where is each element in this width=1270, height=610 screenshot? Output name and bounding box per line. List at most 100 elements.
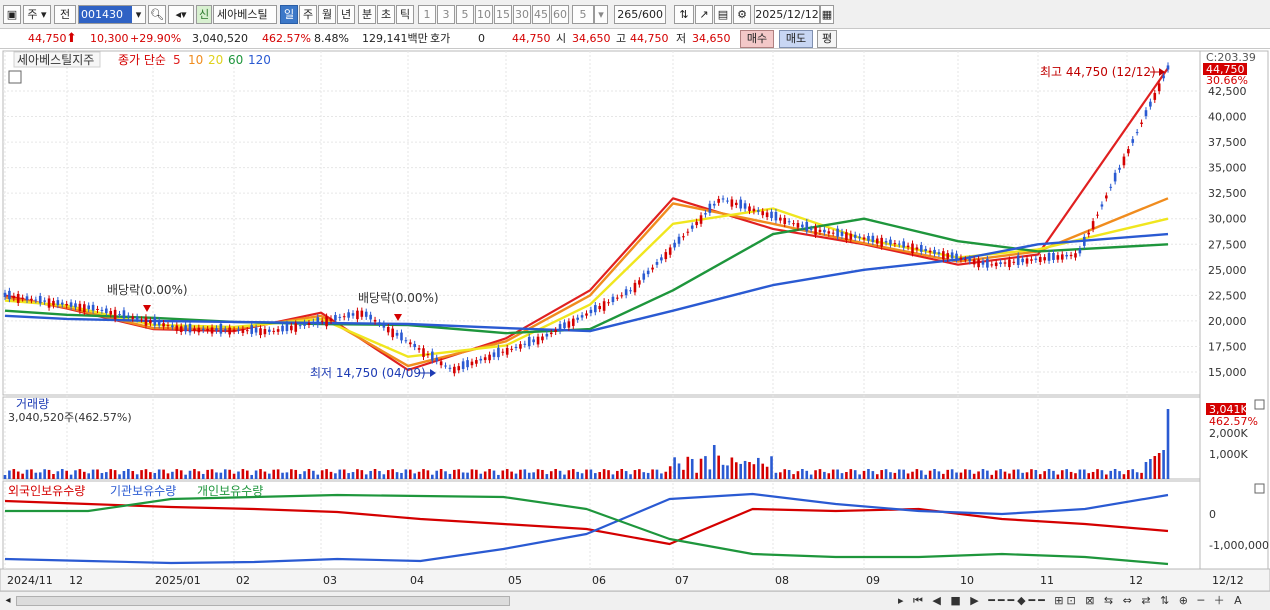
avg-button[interactable]: 평: [817, 30, 837, 48]
code-dropdown-icon[interactable]: ▾: [132, 5, 146, 24]
volume-bar: [74, 470, 77, 479]
volume-bar: [1166, 409, 1170, 479]
volume-bar: [479, 473, 483, 479]
indicator-icon[interactable]: ⇅: [674, 5, 694, 24]
window-menu-icon[interactable]: ▣: [3, 5, 21, 24]
candle-body: [642, 273, 646, 280]
volume-bar: [809, 474, 813, 479]
volume-bar: [840, 473, 844, 479]
price-chart[interactable]: 42,50040,00037,50035,00032,50030,00027,5…: [0, 49, 1270, 592]
interval-value-input[interactable]: 5: [572, 5, 594, 24]
candle-body: [1091, 221, 1095, 230]
calendar-icon[interactable]: ▦: [820, 5, 834, 24]
scroll-left-icon[interactable]: ◂: [2, 594, 14, 608]
search-icon[interactable]: 🔍︎: [148, 5, 166, 24]
navigation-controls[interactable]: ▸ ⏮ ◀ ■ ▶ ━━━◆━━ ⊞⊡ ⊠ ⇆ ⇔ ⇄ ⇅ ⊕ ─ ＋ A: [898, 593, 1270, 609]
candle-body: [743, 203, 747, 209]
settings-icon[interactable]: ⚙: [733, 5, 751, 24]
speaker-icon[interactable]: ◂▾: [168, 5, 194, 24]
candle-body: [259, 328, 262, 336]
volume-bar: [695, 472, 698, 479]
candle-body: [285, 323, 289, 332]
interval-1[interactable]: 1: [418, 5, 436, 24]
volume-bar: [915, 469, 919, 479]
interval-15[interactable]: 15: [494, 5, 512, 24]
volume-bar: [765, 466, 769, 479]
candle-body: [823, 229, 826, 233]
candle-body: [60, 302, 64, 305]
volume-bar: [356, 469, 359, 479]
candle-body: [87, 305, 91, 310]
low-label: 저: [676, 32, 687, 45]
volume-bar: [131, 471, 135, 479]
table-toggle-icon[interactable]: [8, 70, 22, 84]
interval-10[interactable]: 10: [475, 5, 493, 24]
tab-week[interactable]: 주: [299, 5, 317, 24]
volume-value-label: 3,040,520주(462.57%): [8, 411, 132, 424]
tab-day[interactable]: 일: [280, 5, 298, 24]
volume-bar: [620, 469, 624, 479]
candle-body: [378, 322, 381, 325]
interval-60[interactable]: 60: [551, 5, 569, 24]
candle-body: [140, 319, 143, 321]
candle-body: [646, 270, 650, 275]
tab-year[interactable]: 년: [337, 5, 355, 24]
candle-body: [774, 211, 778, 221]
volume-bar: [30, 469, 33, 479]
candle-body: [730, 199, 734, 207]
volume-bar: [435, 470, 439, 479]
volume-bar: [999, 469, 1002, 479]
candle-body: [761, 211, 765, 216]
candle-body: [338, 316, 342, 318]
candle-body: [536, 336, 540, 345]
volume-bar: [492, 470, 496, 479]
count-input[interactable]: 265/600: [614, 5, 666, 24]
chart-area[interactable]: 42,500 40,000 37,500 35,000 32,500 30,000 27,5…: [0, 49, 1270, 592]
interval-30[interactable]: 30: [513, 5, 531, 24]
volume-bar: [1008, 473, 1011, 479]
volume-bar: [642, 472, 646, 479]
volume-bar: [250, 474, 253, 479]
candle-body: [920, 245, 923, 252]
tab-tick[interactable]: 틱: [396, 5, 414, 24]
holdings-panel-close-icon[interactable]: [1254, 483, 1265, 494]
count-value: 265: [617, 8, 639, 21]
volume-bar: [34, 472, 38, 479]
sell-button[interactable]: 매도: [779, 30, 813, 48]
interval-45[interactable]: 45: [532, 5, 550, 24]
horizontal-scrollbar[interactable]: [16, 596, 510, 606]
volume-panel-frame: [2, 396, 1201, 480]
tab-minute[interactable]: 분: [358, 5, 376, 24]
interval-5[interactable]: 5: [456, 5, 474, 24]
drawing-icon[interactable]: ↗: [695, 5, 713, 24]
save-icon[interactable]: ▤: [714, 5, 732, 24]
volume-panel-close-icon[interactable]: [1254, 399, 1265, 410]
volume-bar: [254, 470, 258, 479]
volume-bar: [536, 469, 540, 479]
candle-body: [1113, 172, 1117, 182]
stock-name[interactable]: 세아베스틸: [213, 5, 277, 24]
tab-second[interactable]: 초: [377, 5, 395, 24]
open-label: 시: [556, 32, 567, 45]
volume-bar: [342, 469, 346, 479]
candle-body: [875, 238, 879, 244]
volume-bar: [1157, 453, 1161, 479]
candle-body: [708, 203, 712, 213]
volume-bar: [514, 473, 518, 479]
candle-body: [245, 330, 249, 332]
buy-button[interactable]: 매수: [740, 30, 774, 48]
interval-3[interactable]: 3: [437, 5, 455, 24]
candle-body: [928, 250, 932, 253]
period-type-select[interactable]: 주 ▾: [23, 5, 51, 24]
interval-dropdown-icon[interactable]: ▾: [594, 5, 608, 24]
candle-body: [30, 298, 33, 301]
volume-bar: [805, 470, 809, 479]
candle-body: [153, 317, 157, 326]
candle-body: [527, 336, 531, 347]
tab-month[interactable]: 월: [318, 5, 336, 24]
candle-body: [1096, 214, 1099, 216]
date-input[interactable]: 2025/12/12: [754, 5, 820, 24]
volume-bar: [1012, 469, 1016, 479]
prev-button[interactable]: 전: [54, 5, 76, 24]
volume-bar: [298, 474, 302, 479]
